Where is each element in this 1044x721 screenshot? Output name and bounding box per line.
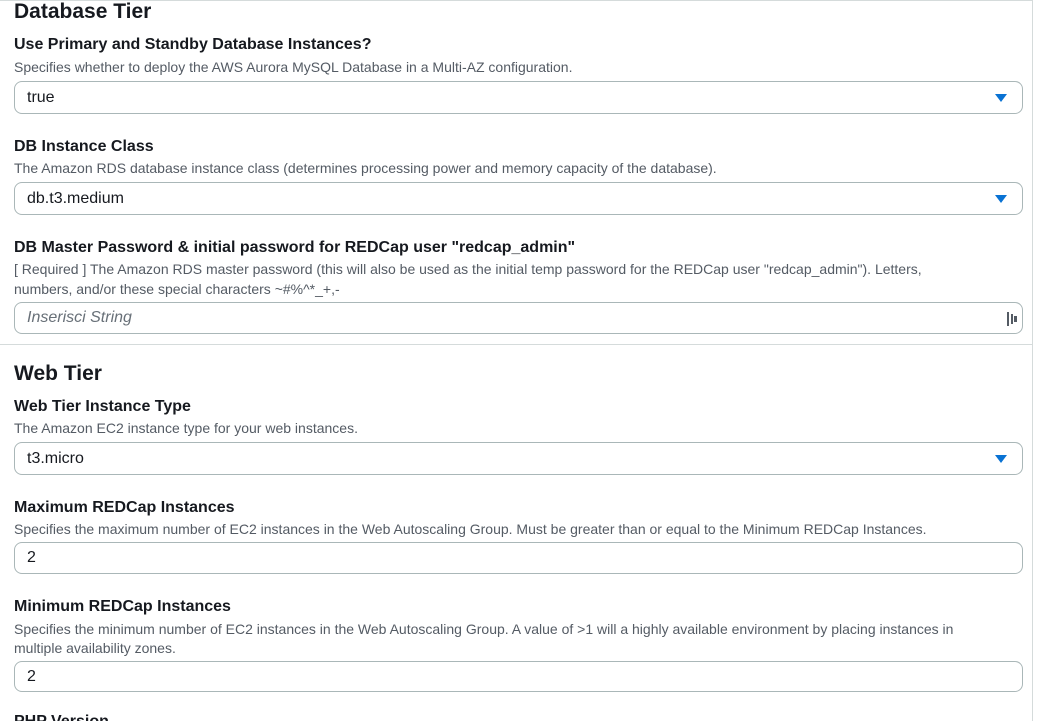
min-instances-description-line2: multiple availability zones. — [14, 640, 176, 656]
max-instances-input[interactable]: 2 — [14, 542, 1023, 574]
db-master-password-label: DB Master Password & initial password fo… — [14, 239, 576, 256]
db-master-password-description-line1: [ Required ] The Amazon RDS master passw… — [14, 261, 922, 277]
multi-az-description: Specifies whether to deploy the AWS Auro… — [14, 59, 573, 75]
web-instance-type-description: The Amazon EC2 instance type for your we… — [14, 420, 358, 436]
frame-right-border — [1032, 0, 1033, 721]
section-title-web-tier: Web Tier — [14, 362, 102, 385]
parameters-page: Database Tier Use Primary and Standby Da… — [0, 0, 1044, 721]
caret-down-icon — [995, 94, 1007, 102]
max-instances-label: Maximum REDCap Instances — [14, 499, 235, 516]
web-instance-type-label: Web Tier Instance Type — [14, 398, 191, 415]
db-master-password-input[interactable]: Inserisci String — [14, 302, 1023, 334]
min-instances-value: 2 — [27, 667, 36, 685]
db-instance-class-select[interactable]: db.t3.medium — [14, 182, 1023, 215]
max-instances-description: Specifies the maximum number of EC2 inst… — [14, 521, 927, 537]
web-instance-type-select[interactable]: t3.micro — [14, 442, 1023, 475]
db-instance-class-label: DB Instance Class — [14, 138, 154, 155]
max-instances-value: 2 — [27, 549, 36, 566]
frame-top-border — [0, 0, 1033, 1]
min-instances-description-line1: Specifies the minimum number of EC2 inst… — [14, 621, 954, 637]
section-title-database-tier: Database Tier — [14, 0, 152, 23]
caret-down-icon — [995, 195, 1007, 203]
db-instance-class-selected-value: db.t3.medium — [27, 189, 124, 207]
db-master-password-placeholder: Inserisci String — [27, 309, 132, 326]
web-instance-type-selected-value: t3.micro — [27, 449, 84, 467]
multi-az-selected-value: true — [27, 88, 55, 106]
min-instances-label: Minimum REDCap Instances — [14, 598, 231, 615]
multi-az-select[interactable]: true — [14, 81, 1023, 114]
php-version-label: PHP Version — [14, 713, 109, 721]
min-instances-input[interactable]: 2 — [14, 661, 1023, 692]
section-divider — [0, 344, 1033, 345]
db-master-password-description-line2: numbers, and/or these special characters… — [14, 281, 340, 297]
multi-az-label: Use Primary and Standby Database Instanc… — [14, 36, 372, 53]
caret-down-icon — [995, 455, 1007, 463]
db-instance-class-description: The Amazon RDS database instance class (… — [14, 160, 717, 176]
password-manager-icon[interactable] — [1006, 311, 1018, 327]
